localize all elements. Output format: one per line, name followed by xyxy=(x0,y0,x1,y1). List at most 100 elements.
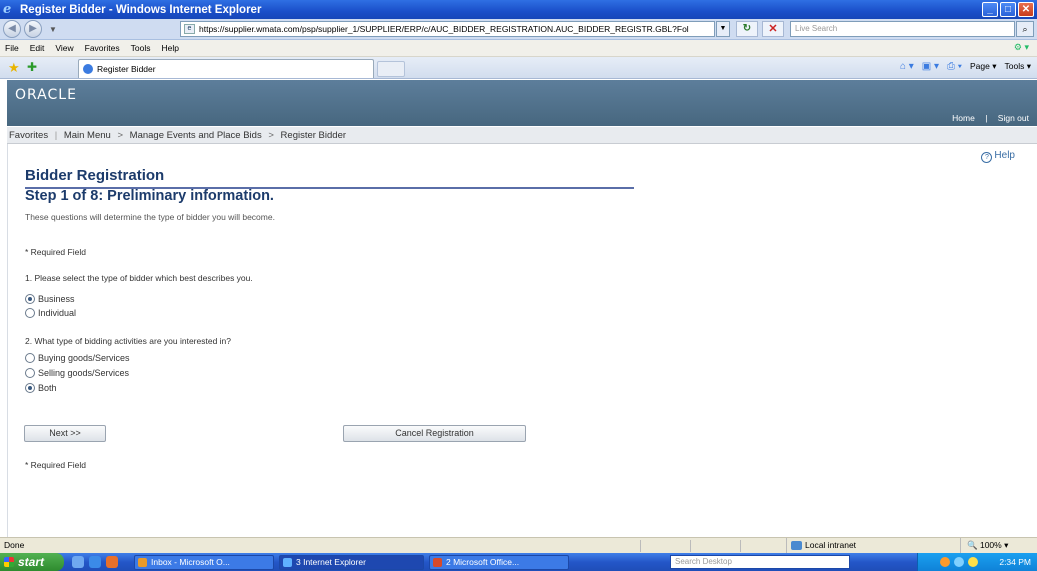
breadcrumb-main-menu[interactable]: Main Menu xyxy=(64,130,111,141)
home-icon[interactable]: ⌂ ▾ xyxy=(900,61,914,72)
radio-buying[interactable]: Buying goods/Services xyxy=(25,353,130,363)
status-divider xyxy=(740,540,741,552)
minimize-button[interactable]: _ xyxy=(982,2,998,17)
new-tab-button[interactable] xyxy=(377,61,405,77)
intro-text: These questions will determine the type … xyxy=(25,212,275,222)
window-title: Register Bidder - Windows Internet Explo… xyxy=(20,3,262,16)
command-bar: ⌂ ▾ ▣ ▾ ⎙ ▾ Page ▾ Tools ▾ xyxy=(900,61,1031,72)
required-field-note: * Required Field xyxy=(25,247,86,257)
back-button[interactable]: ◀ xyxy=(3,20,21,38)
tab-label: Register Bidder xyxy=(97,64,156,74)
ie-quicklaunch-icon[interactable] xyxy=(89,556,101,568)
zoom-control[interactable]: 🔍 100% ▾ xyxy=(960,538,1037,553)
feeds-icon[interactable]: ▣ ▾ xyxy=(922,61,939,72)
address-bar: ◀ ▶ ▼ e https://supplier.wmata.com/psp/s… xyxy=(0,19,1037,40)
url-dropdown-icon[interactable]: ▼ xyxy=(716,21,730,37)
task-inbox-label: Inbox - Microsoft O... xyxy=(151,556,230,567)
radio-label-selling: Selling goods/Services xyxy=(38,368,130,378)
toolbar-extension-icon[interactable]: ⚙ ▾ xyxy=(1014,42,1029,53)
live-search-input[interactable]: Live Search xyxy=(790,21,1015,37)
search-desktop-input[interactable]: Search Desktop xyxy=(670,555,850,569)
next-button[interactable]: Next >> xyxy=(24,425,106,442)
help-label: Help xyxy=(994,150,1015,161)
start-label: start xyxy=(18,555,45,569)
cancel-registration-button[interactable]: Cancel Registration xyxy=(343,425,526,442)
status-text: Done xyxy=(4,540,25,550)
breadcrumb-current: Register Bidder xyxy=(280,130,347,141)
page-content: ? Help Bidder Registration Step 1 of 8: P… xyxy=(7,144,1037,537)
system-tray: 2:34 PM xyxy=(917,553,1037,571)
tray-icon[interactable] xyxy=(968,557,978,567)
sign-out-link[interactable]: Sign out xyxy=(998,113,1029,123)
maximize-button[interactable]: □ xyxy=(1000,2,1016,17)
ie-logo-icon: e xyxy=(3,1,12,17)
radio-label-buying: Buying goods/Services xyxy=(38,353,130,363)
print-icon[interactable]: ⎙ ▾ xyxy=(947,61,962,72)
tray-icon[interactable] xyxy=(954,557,964,567)
zoom-icon: 🔍 xyxy=(967,540,978,550)
zoom-value: 100% xyxy=(979,540,1002,550)
task-internet-explorer[interactable]: 3 Internet Explorer xyxy=(279,554,424,570)
menu-favorites[interactable]: Favorites xyxy=(85,43,120,53)
page-title: Bidder Registration xyxy=(25,167,165,184)
url-text: https://supplier.wmata.com/psp/supplier_… xyxy=(199,24,689,34)
menu-help[interactable]: Help xyxy=(161,43,178,53)
status-divider xyxy=(690,540,691,552)
quick-launch xyxy=(72,556,118,568)
page-menu[interactable]: Page ▾ xyxy=(970,61,997,72)
radio-button-individual[interactable] xyxy=(25,308,35,318)
outlook-icon xyxy=(138,557,147,567)
task-office-label: 2 Microsoft Office... xyxy=(446,556,520,567)
window-title-bar: e Register Bidder - Windows Internet Exp… xyxy=(0,0,1037,19)
clock: 2:34 PM xyxy=(999,557,1031,567)
security-zone[interactable]: Local intranet xyxy=(786,538,906,553)
radio-label-business: Business xyxy=(38,294,75,304)
history-dropdown-icon[interactable]: ▼ xyxy=(48,25,58,34)
radio-both[interactable]: Both xyxy=(25,383,57,393)
breadcrumb-manage-events[interactable]: Manage Events and Place Bids xyxy=(130,130,262,141)
step-title: Step 1 of 8: Preliminary information. xyxy=(25,188,274,204)
tools-menu[interactable]: Tools ▾ xyxy=(1005,61,1031,72)
tab-register-bidder[interactable]: Register Bidder xyxy=(78,59,374,78)
radio-selling[interactable]: Selling goods/Services xyxy=(25,368,129,378)
radio-button-buying[interactable] xyxy=(25,353,35,363)
search-icon[interactable]: ⌕ xyxy=(1016,21,1034,37)
breadcrumb-chevron: > xyxy=(117,130,124,141)
url-input[interactable]: e https://supplier.wmata.com/psp/supplie… xyxy=(180,21,715,37)
radio-individual[interactable]: Individual xyxy=(25,308,76,318)
close-button[interactable]: ✕ xyxy=(1018,2,1034,17)
office-icon xyxy=(433,557,442,567)
radio-business[interactable]: Business xyxy=(25,294,75,304)
forward-button[interactable]: ▶ xyxy=(24,20,42,38)
breadcrumb-favorites[interactable]: Favorites xyxy=(9,130,48,141)
menu-file[interactable]: File xyxy=(5,43,19,53)
zone-label: Local intranet xyxy=(805,540,857,550)
ie-task-icon xyxy=(283,557,292,567)
radio-button-business[interactable] xyxy=(25,294,35,304)
stop-icon[interactable]: ✕ xyxy=(762,21,784,37)
oracle-logo: ORACLE xyxy=(15,87,77,103)
radio-button-both[interactable] xyxy=(25,383,35,393)
breadcrumb-chevron: > xyxy=(268,130,274,141)
show-desktop-icon[interactable] xyxy=(72,556,84,568)
help-link[interactable]: ? Help xyxy=(981,150,1015,163)
add-favorites-icon[interactable]: ✚ xyxy=(27,60,37,74)
windows-taskbar: start Inbox - Microsoft O... 3 Internet … xyxy=(0,553,1037,571)
radio-label-individual: Individual xyxy=(38,308,77,318)
page-menu-label: Page xyxy=(970,61,990,71)
task-inbox[interactable]: Inbox - Microsoft O... xyxy=(134,554,274,570)
favorites-star-icon[interactable]: ★ xyxy=(8,60,20,76)
radio-button-selling[interactable] xyxy=(25,368,35,378)
media-quicklaunch-icon[interactable] xyxy=(106,556,118,568)
breadcrumb: Favorites | Main Menu > Manage Events an… xyxy=(7,127,1037,144)
menu-view[interactable]: View xyxy=(55,43,73,53)
home-link[interactable]: Home xyxy=(952,113,975,123)
tray-icon[interactable] xyxy=(940,557,950,567)
start-button[interactable]: start xyxy=(0,553,64,571)
menu-edit[interactable]: Edit xyxy=(30,43,45,53)
status-bar: Done Local intranet 🔍 100% ▾ xyxy=(0,537,1037,553)
menu-tools[interactable]: Tools xyxy=(131,43,151,53)
task-microsoft-office[interactable]: 2 Microsoft Office... xyxy=(429,554,569,570)
menu-bar: File Edit View Favorites Tools Help ⚙ ▾ xyxy=(0,40,1037,57)
refresh-icon[interactable]: ↻ xyxy=(736,21,758,37)
